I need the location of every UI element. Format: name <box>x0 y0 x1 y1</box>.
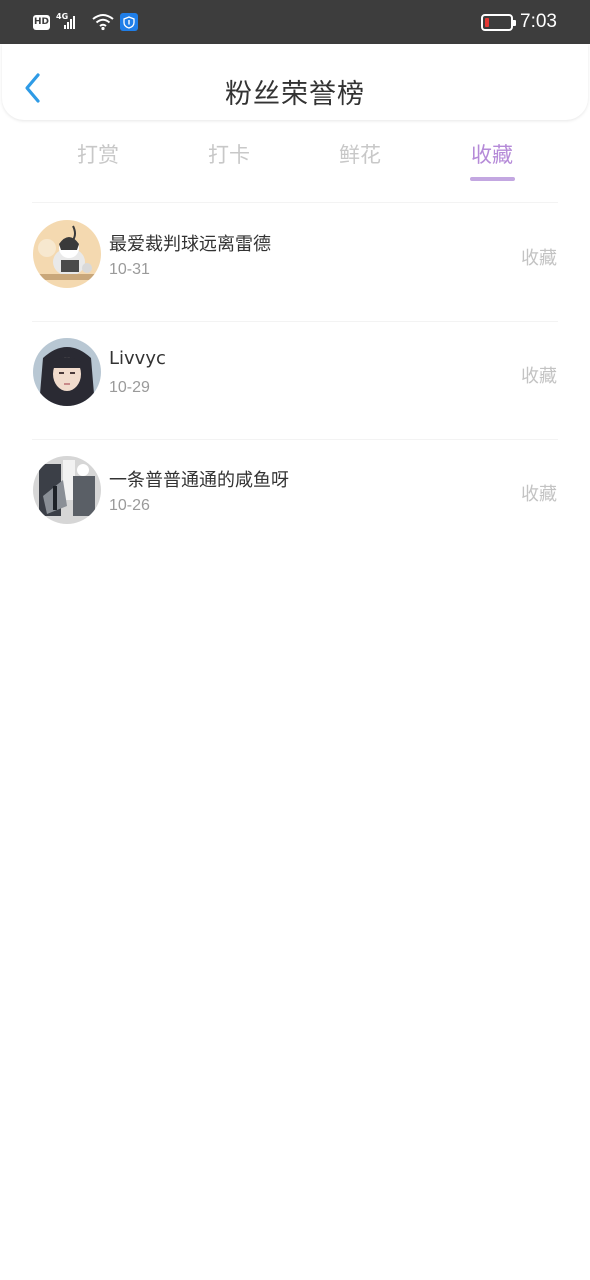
user-name: 一条普普通通的咸鱼呀 <box>109 470 289 491</box>
date: 10-31 <box>109 261 150 278</box>
tab-favorites[interactable]: 收藏 <box>432 139 552 181</box>
avatar <box>33 338 101 406</box>
date: 10-29 <box>109 379 150 396</box>
user-name: Livvyc <box>109 348 166 369</box>
tab-bar: 打赏 打卡 鲜花 收藏 <box>0 120 590 204</box>
wifi-icon <box>92 14 114 31</box>
tab-reward[interactable]: 打赏 <box>38 139 158 169</box>
hd-badge: HD <box>33 14 50 30</box>
list-item[interactable]: Livvyc 10-29 收藏 <box>0 322 590 440</box>
header: 粉丝荣誉榜 <box>2 44 588 120</box>
tab-label: 鲜花 <box>339 143 381 167</box>
fan-list: 最爱裁判球远离雷德 10-31 收藏 Livvyc 10-29 收藏 一条普普通… <box>0 204 590 558</box>
battery-icon <box>481 13 517 31</box>
date: 10-26 <box>109 497 150 514</box>
status-left: HD 4G <box>33 11 138 33</box>
clock: 7:03 <box>520 11 557 32</box>
page-title: 粉丝荣誉榜 <box>225 79 365 110</box>
list-item[interactable]: 一条普普通通的咸鱼呀 10-26 收藏 <box>0 440 590 558</box>
tab-checkin[interactable]: 打卡 <box>169 139 289 169</box>
signal-icon <box>64 16 75 29</box>
user-name: 最爱裁判球远离雷德 <box>109 234 271 255</box>
status-right: 7:03 <box>481 10 557 34</box>
shield-icon <box>120 13 138 31</box>
status-bar: HD 4G 7:03 <box>0 0 590 44</box>
tab-label: 打赏 <box>77 143 119 167</box>
tab-label: 收藏 <box>471 143 513 167</box>
avatar <box>33 220 101 288</box>
favorite-label: 收藏 <box>521 366 557 387</box>
favorite-label: 收藏 <box>521 484 557 505</box>
tab-flowers[interactable]: 鲜花 <box>300 139 420 169</box>
favorite-label: 收藏 <box>521 248 557 269</box>
tab-label: 打卡 <box>208 143 250 167</box>
divider <box>32 202 558 203</box>
list-item[interactable]: 最爱裁判球远离雷德 10-31 收藏 <box>0 204 590 322</box>
network-indicator: 4G <box>56 12 86 32</box>
avatar <box>33 456 101 524</box>
active-tab-indicator <box>470 177 515 181</box>
